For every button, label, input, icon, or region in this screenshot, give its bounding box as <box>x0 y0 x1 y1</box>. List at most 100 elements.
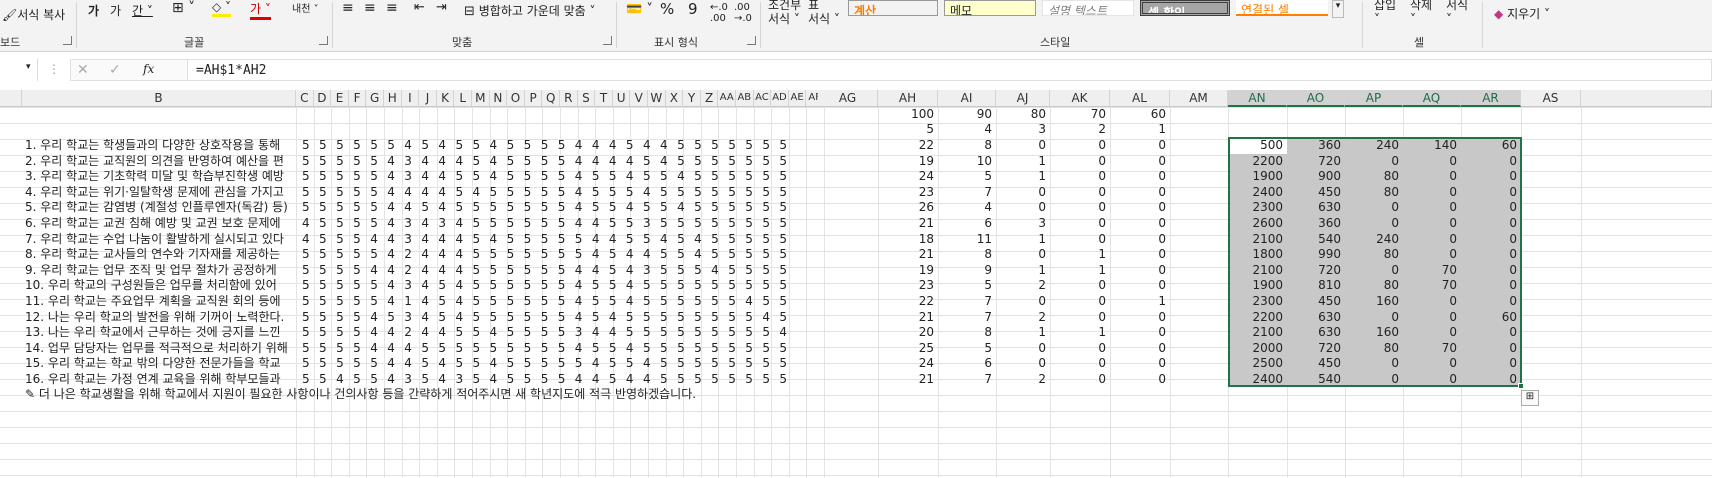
product-cell[interactable]: 2300 <box>1228 199 1287 215</box>
column-header-am[interactable]: AM <box>1170 90 1228 107</box>
count-cell[interactable]: 0 <box>996 199 1050 215</box>
conditional-format-button[interactable]: 조건부 서식 ˅ <box>768 0 801 26</box>
product-cell[interactable]: 0 <box>1403 293 1461 309</box>
product-cell[interactable]: 60 <box>1461 309 1521 325</box>
count-cell[interactable]: 21 <box>878 246 938 262</box>
question-cell[interactable]: 6. 우리 학교는 교권 침해 예방 및 교권 보호 문제에 <box>22 215 296 231</box>
count-cell[interactable]: 0 <box>996 184 1050 200</box>
style-check-cell[interactable]: 셀 확인 <box>1140 0 1230 16</box>
product-cell[interactable]: 0 <box>1461 199 1521 215</box>
product-cell[interactable]: 360 <box>1287 137 1345 153</box>
count-cell[interactable]: 0 <box>1110 199 1170 215</box>
product-cell[interactable]: 0 <box>1403 371 1461 387</box>
style-explain[interactable]: 설명 텍스트 <box>1042 0 1134 16</box>
cancel-icon[interactable]: ✕ <box>77 62 89 78</box>
column-header-aj[interactable]: AJ <box>996 90 1050 107</box>
product-cell[interactable]: 0 <box>1461 246 1521 262</box>
product-cell[interactable]: 0 <box>1461 293 1521 309</box>
product-cell[interactable]: 1900 <box>1228 277 1287 293</box>
count-cell[interactable]: 20 <box>878 324 938 340</box>
response-values[interactable]: 5 5 5 5 4 4 2 4 4 4 5 5 5 5 5 5 4 4 5 4 … <box>296 262 818 278</box>
align-right-icon[interactable]: ≡ <box>386 0 398 16</box>
product-cell[interactable]: 0 <box>1403 168 1461 184</box>
count-cell[interactable]: 0 <box>1110 184 1170 200</box>
count-cell[interactable]: 0 <box>1050 340 1110 356</box>
weight-cell[interactable]: 70 <box>1050 106 1110 122</box>
product-cell[interactable]: 0 <box>1461 262 1521 278</box>
count-cell[interactable]: 1 <box>1050 324 1110 340</box>
question-cell[interactable]: 4. 우리 학교는 위기·일탈학생 문제에 관심을 가지고 <box>22 184 296 200</box>
column-header-f[interactable]: F <box>348 90 367 107</box>
question-cell[interactable]: 5. 우리 학교는 감염병 (계절성 인플루엔자(독감) 등) <box>22 199 296 215</box>
column-header-o[interactable]: O <box>507 90 525 107</box>
count-cell[interactable]: 5 <box>938 277 996 293</box>
column-header-aa[interactable]: AA <box>718 90 736 107</box>
response-values[interactable]: 5 5 5 5 5 4 4 4 4 5 4 5 5 5 5 5 4 5 5 5 … <box>296 184 818 200</box>
response-values[interactable]: 5 5 5 5 5 5 4 5 4 5 5 4 5 5 5 5 4 4 4 5 … <box>296 137 818 153</box>
column-header-l[interactable]: L <box>454 90 472 107</box>
product-cell[interactable]: 2400 <box>1228 371 1287 387</box>
column-header-u[interactable]: U <box>612 90 631 107</box>
count-cell[interactable]: 21 <box>878 371 938 387</box>
product-cell[interactable]: 70 <box>1403 262 1461 278</box>
count-cell[interactable]: 1 <box>996 262 1050 278</box>
column-header-t[interactable]: T <box>595 90 613 107</box>
count-cell[interactable]: 4 <box>938 199 996 215</box>
column-header-z[interactable]: Z <box>700 90 719 107</box>
fill-handle[interactable] <box>1518 383 1524 389</box>
product-cell[interactable]: 0 <box>1345 371 1403 387</box>
product-cell[interactable]: 0 <box>1403 153 1461 169</box>
product-cell[interactable]: 540 <box>1287 371 1345 387</box>
response-values[interactable]: 4 5 5 5 4 4 3 4 4 4 5 4 5 5 5 5 5 4 4 5 … <box>296 231 818 247</box>
product-cell[interactable]: 0 <box>1461 277 1521 293</box>
response-values[interactable]: 5 5 5 5 5 4 4 5 4 5 5 4 5 5 5 5 5 4 5 5 … <box>296 355 818 371</box>
product-cell[interactable]: 450 <box>1287 293 1345 309</box>
font-grow-button[interactable]: 가 <box>110 2 121 19</box>
style-calc[interactable]: 계산 <box>848 0 938 16</box>
increase-decimal-icon[interactable]: ←.0.00 <box>710 2 728 24</box>
product-cell[interactable]: 80 <box>1345 340 1403 356</box>
score-cell[interactable]: 4 <box>938 121 996 137</box>
count-cell[interactable]: 0 <box>1110 246 1170 262</box>
column-header-b[interactable]: B <box>22 90 296 107</box>
product-cell[interactable]: 2600 <box>1228 215 1287 231</box>
product-cell[interactable]: 0 <box>1403 231 1461 247</box>
column-header-i[interactable]: I <box>401 90 420 107</box>
count-cell[interactable]: 2 <box>996 371 1050 387</box>
count-cell[interactable]: 6 <box>938 215 996 231</box>
currency-icon[interactable]: 💳 ˅ <box>626 2 653 17</box>
count-cell[interactable]: 0 <box>1050 371 1110 387</box>
score-cell[interactable]: 1 <box>1110 121 1170 137</box>
weight-cell[interactable]: 80 <box>996 106 1050 122</box>
column-header-ar[interactable]: AR <box>1461 90 1521 107</box>
style-note[interactable]: 메모 <box>944 0 1036 16</box>
count-cell[interactable]: 0 <box>1050 215 1110 231</box>
question-cell[interactable]: 7. 우리 학교는 수업 나눔이 활발하게 실시되고 있다 <box>22 231 296 247</box>
format-button[interactable]: 서식 ˅ <box>1446 0 1468 26</box>
align-center-icon[interactable]: ≡ <box>364 0 376 16</box>
product-cell[interactable]: 720 <box>1287 340 1345 356</box>
product-cell[interactable]: 450 <box>1287 355 1345 371</box>
column-header-ae[interactable]: AE <box>788 90 807 107</box>
column-header-al[interactable]: AL <box>1110 90 1170 107</box>
column-header-s[interactable]: S <box>577 90 596 107</box>
count-cell[interactable]: 0 <box>1050 168 1110 184</box>
insert-button[interactable]: 삽입 ˅ <box>1374 0 1396 26</box>
question-cell[interactable]: 2. 우리 학교는 교직원의 의견을 반영하여 예산을 편 <box>22 153 296 169</box>
count-cell[interactable]: 1 <box>996 324 1050 340</box>
count-cell[interactable]: 0 <box>1050 293 1110 309</box>
question-cell[interactable]: 11. 우리 학교는 주요업무 계획을 교직원 회의 등에 <box>22 293 296 309</box>
count-cell[interactable]: 0 <box>996 355 1050 371</box>
product-cell[interactable]: 0 <box>1345 309 1403 325</box>
count-cell[interactable]: 5 <box>938 340 996 356</box>
count-cell[interactable]: 0 <box>1110 231 1170 247</box>
count-cell[interactable]: 0 <box>1110 324 1170 340</box>
delete-button[interactable]: 삭제 ˅ <box>1410 0 1432 26</box>
count-cell[interactable]: 0 <box>1110 355 1170 371</box>
product-cell[interactable]: 0 <box>1461 153 1521 169</box>
count-cell[interactable]: 0 <box>1110 371 1170 387</box>
count-cell[interactable]: 24 <box>878 168 938 184</box>
product-cell[interactable]: 720 <box>1287 153 1345 169</box>
product-cell[interactable]: 0 <box>1461 184 1521 200</box>
count-cell[interactable]: 1 <box>996 153 1050 169</box>
